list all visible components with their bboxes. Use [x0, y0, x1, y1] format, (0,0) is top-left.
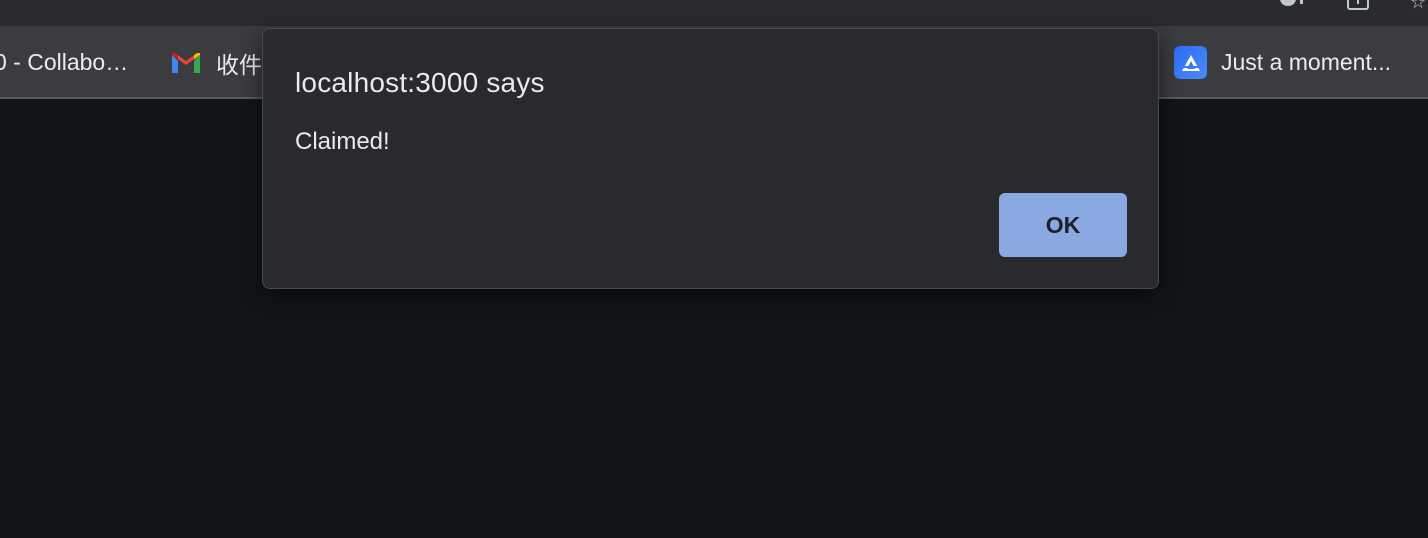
alert-dialog: localhost:3000 says Claimed! OK — [262, 28, 1159, 289]
bookmark-label: Just a moment... — [1221, 49, 1392, 75]
ok-button[interactable]: OK — [999, 193, 1127, 257]
bookmark-collab[interactable]: 0 - Collabo… — [0, 26, 128, 99]
share-icon[interactable] — [1347, 0, 1369, 10]
browser-toolbar: ☆ — [0, 0, 1428, 26]
bookmark-label: 0 - Collabo… — [0, 49, 129, 75]
browser-window: ☆ 0 - Collabo… 收件 Just a moment... local… — [0, 0, 1428, 538]
bookmark-just-a-moment[interactable]: Just a moment... — [1174, 26, 1391, 99]
bookmark-label: 收件 — [216, 51, 262, 78]
profile-icon[interactable] — [1280, 0, 1308, 12]
app-triangle-icon — [1174, 46, 1207, 79]
alert-title: localhost:3000 says — [295, 67, 545, 98]
alert-message: Claimed! — [295, 128, 390, 155]
bookmark-gmail[interactable]: 收件 — [170, 26, 262, 99]
gmail-icon — [172, 52, 200, 73]
star-icon[interactable]: ☆ — [1410, 0, 1426, 12]
